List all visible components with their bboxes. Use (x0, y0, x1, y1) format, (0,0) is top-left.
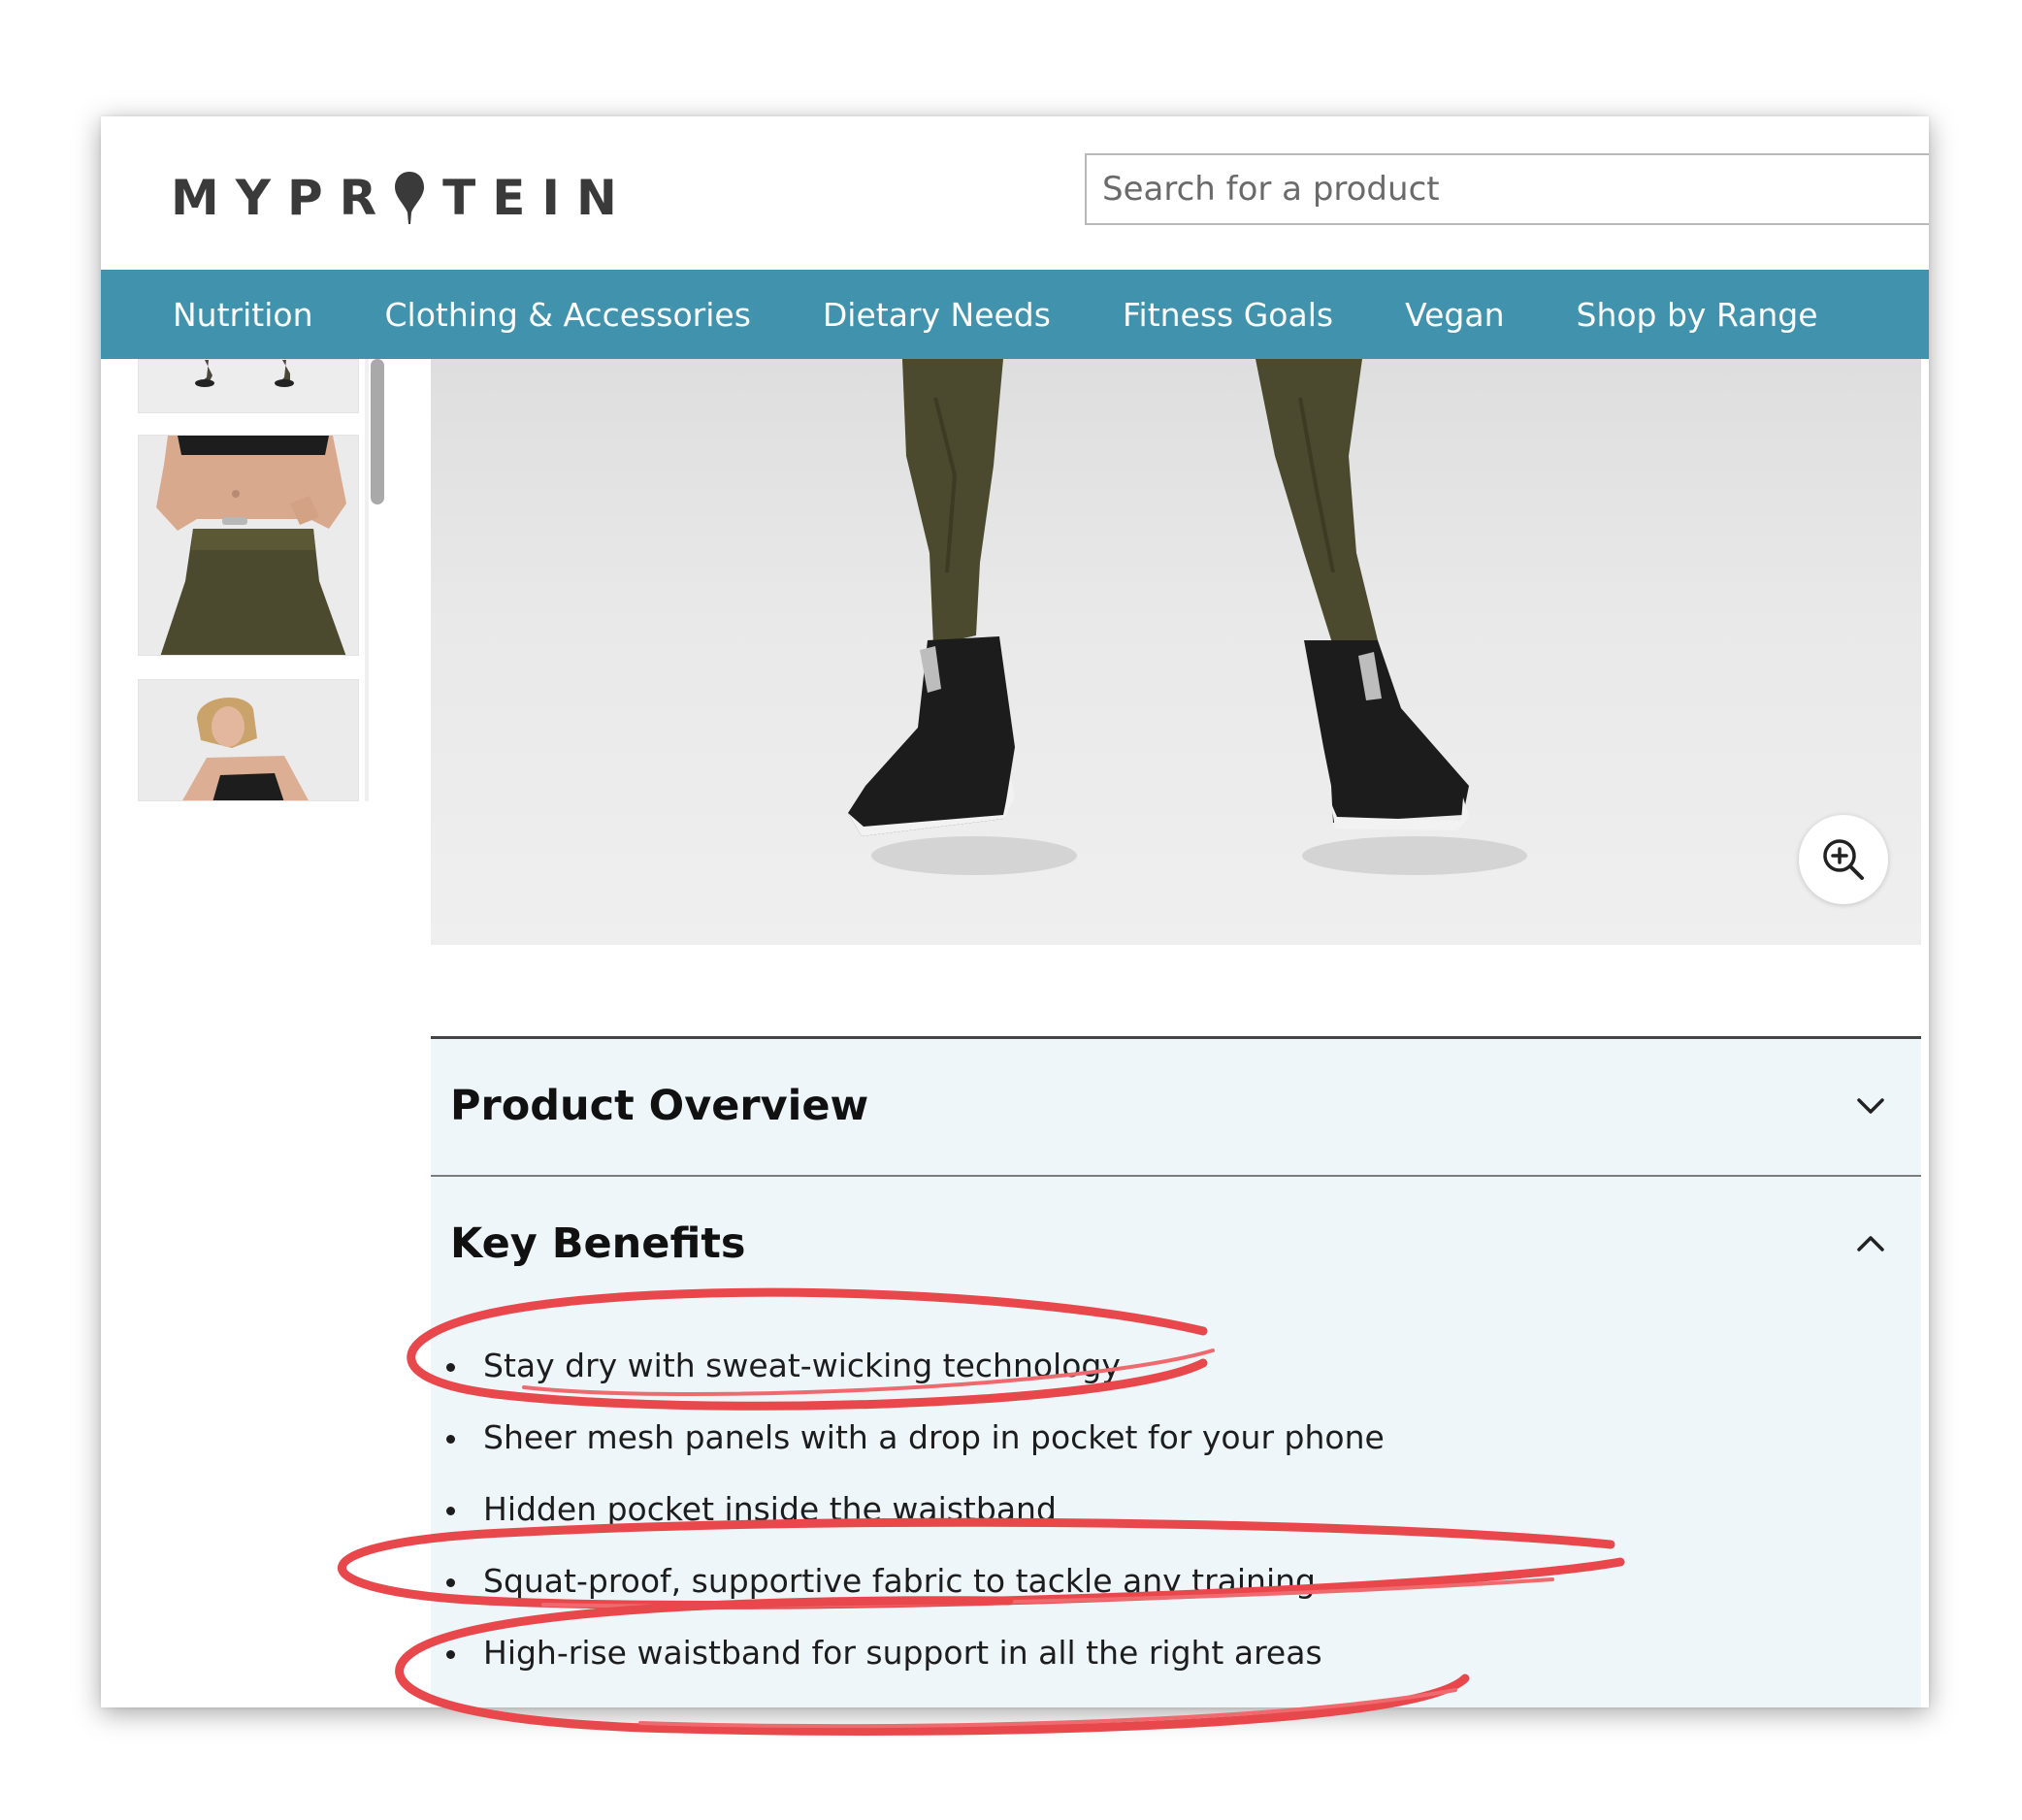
thumbnail-image (139, 360, 358, 412)
product-thumbnail[interactable] (138, 679, 359, 801)
accordion-key-benefits[interactable]: Key Benefits (431, 1177, 1921, 1311)
nav-item-dietary-needs[interactable]: Dietary Needs (823, 296, 1051, 334)
accordion-product-overview[interactable]: Product Overview (431, 1039, 1921, 1173)
nav-item-fitness-goals[interactable]: Fitness Goals (1123, 296, 1333, 334)
benefit-item: Hidden pocket inside the waistband (431, 1474, 1385, 1545)
product-accordion: Product Overview Key Benefits Stay dry w… (431, 1036, 1921, 1707)
benefit-item: Squat-proof, supportive fabric to tackle… (431, 1545, 1385, 1617)
zoom-in-icon (1823, 839, 1864, 880)
product-thumbnail[interactable] (138, 435, 359, 656)
thumbnail-image (139, 680, 358, 800)
logo-text-right: TEIN (442, 170, 634, 226)
benefit-item: High-rise waistband for support in all t… (431, 1617, 1385, 1689)
benefit-item: Sheer mesh panels with a drop in pocket … (431, 1402, 1385, 1474)
thumbnail-scrollbar-track (365, 359, 369, 801)
search-box (1085, 153, 1929, 225)
thumbnail-scrollbar[interactable] (371, 359, 384, 504)
benefit-item: Stay dry with sweat-wicking technology (431, 1330, 1385, 1402)
search-input[interactable] (1087, 155, 1929, 223)
chevron-down-icon (1857, 1098, 1884, 1114)
product-page-window: MYPR TEIN Nutrition Clothing & Accessori… (101, 116, 1929, 1707)
myprotein-logo[interactable]: MYPR TEIN (171, 159, 634, 237)
product-overview-title: Product Overview (450, 1082, 869, 1130)
thumbnail-image (139, 436, 358, 655)
thumbnail-strip (136, 359, 400, 801)
nav-item-vegan[interactable]: Vegan (1405, 296, 1504, 334)
chevron-up-icon (1857, 1236, 1884, 1251)
key-benefits-list: Stay dry with sweat-wicking technology S… (431, 1330, 1385, 1689)
key-benefits-title: Key Benefits (450, 1219, 746, 1268)
main-nav: Nutrition Clothing & Accessories Dietary… (101, 270, 1929, 359)
nav-item-clothing-accessories[interactable]: Clothing & Accessories (385, 296, 751, 334)
logo-text-left: MYPR (171, 170, 394, 226)
nav-item-shop-by-range[interactable]: Shop by Range (1577, 296, 1818, 334)
logo-pin-icon (395, 172, 425, 224)
nav-item-nutrition[interactable]: Nutrition (173, 296, 313, 334)
main-product-image[interactable] (431, 359, 1921, 945)
zoom-button[interactable] (1799, 815, 1888, 904)
product-thumbnail[interactable] (138, 359, 359, 413)
product-photo (848, 359, 1527, 875)
